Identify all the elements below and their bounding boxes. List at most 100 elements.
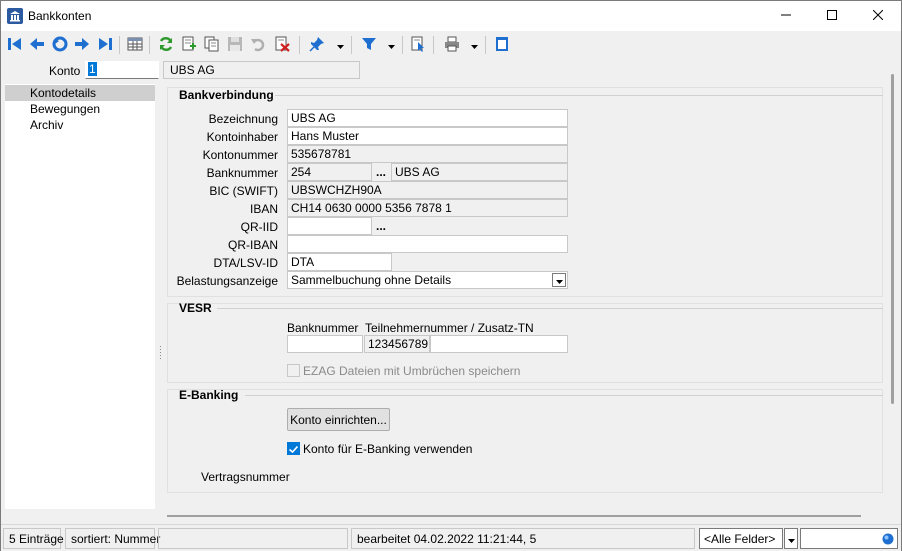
toolbar-separator	[433, 36, 434, 54]
iban-field[interactable]: CH14 0630 0000 5356 7878 1	[287, 199, 568, 217]
kontoinhaber-field[interactable]: Hans Muster	[287, 127, 568, 145]
bankkonten-window: Bankkonten Konto 1 UBS AG Kontodetails B…	[0, 0, 902, 551]
first-record-button[interactable]	[5, 35, 25, 55]
horizontal-scrollbar[interactable]	[163, 510, 883, 520]
toolbar-separator	[149, 36, 150, 54]
edited-status: bearbeitet 04.02.2022 11:21:44, 5	[351, 528, 695, 549]
konto-input-value: 1	[88, 62, 97, 76]
toolbar	[1, 32, 901, 58]
table-view-button[interactable]	[125, 35, 145, 55]
banknummer-lookup-button[interactable]: ...	[373, 164, 389, 180]
chevron-down-icon	[387, 38, 395, 52]
banknummer-bank-field: UBS AG	[391, 163, 568, 181]
bic-field[interactable]: UBSWCHZH90A	[287, 181, 568, 199]
goto-record-icon	[52, 36, 68, 55]
last-record-icon	[97, 36, 113, 55]
belastungsanzeige-label: Belastungsanzeige	[176, 274, 278, 288]
kontonummer-field[interactable]: 535678781	[287, 145, 568, 163]
maximize-icon	[827, 9, 837, 23]
bic-label: BIC (SWIFT)	[209, 184, 278, 198]
delete-icon	[274, 36, 290, 55]
field-filter-combo[interactable]: <Alle Felder>	[699, 528, 783, 549]
dta-field[interactable]: DTA	[287, 253, 392, 271]
kontonummer-label: Kontonummer	[202, 148, 278, 162]
qriid-lookup-button[interactable]: ...	[373, 218, 389, 234]
vesr-banknummer-header: Banknummer	[287, 321, 359, 335]
refresh-icon	[158, 36, 174, 55]
copy-record-button[interactable]	[202, 35, 222, 55]
main-content: Bankverbindung Bezeichnung UBS AG Kontoi…	[167, 81, 883, 509]
delete-button[interactable]	[272, 35, 292, 55]
undo-icon	[250, 36, 266, 55]
window-title: Bankkonten	[28, 9, 92, 23]
chevron-down-icon	[555, 273, 563, 287]
close-icon	[872, 9, 884, 23]
bezeichnung-field[interactable]: UBS AG	[287, 109, 568, 127]
search-input[interactable]	[800, 528, 898, 549]
nav-item-label: Kontodetails	[30, 86, 97, 100]
ebanking-title: E-Banking	[179, 388, 239, 402]
print-dropdown[interactable]	[469, 35, 479, 55]
chevron-down-icon	[787, 532, 795, 546]
bezeichnung-label: Bezeichnung	[208, 112, 278, 126]
konto-einrichten-button[interactable]: Konto einrichten...	[287, 408, 390, 431]
vesr-banknummer-field[interactable]	[287, 335, 363, 353]
konto-input[interactable]: 1	[85, 61, 159, 79]
last-record-button[interactable]	[95, 35, 115, 55]
ezag-checkbox[interactable]	[287, 364, 300, 377]
qriban-label: QR-IBAN	[227, 238, 278, 252]
ebanking-use-checkbox[interactable]	[287, 442, 300, 455]
belastungsanzeige-select[interactable]: Sammelbuchung ohne Details	[287, 271, 568, 289]
next-record-icon	[74, 36, 90, 55]
filter-dropdown[interactable]	[386, 35, 396, 55]
vesr-teilnehmer-field[interactable]: 123456789	[364, 335, 430, 353]
goto-record-button[interactable]	[50, 35, 70, 55]
vertical-scroll-thumb[interactable]	[891, 74, 894, 404]
toolbar-separator	[119, 36, 120, 54]
refresh-button[interactable]	[156, 35, 176, 55]
save-button[interactable]	[225, 35, 245, 55]
previous-record-button[interactable]	[27, 35, 47, 55]
nav-item-kontodetails[interactable]: Kontodetails	[5, 85, 155, 101]
vertical-scrollbar[interactable]	[887, 64, 897, 509]
toolbar-separator	[299, 36, 300, 54]
konto-name-field: UBS AG	[163, 61, 360, 79]
bankverbindung-title: Bankverbindung	[179, 88, 274, 102]
maximize-button[interactable]	[809, 1, 855, 31]
search-globe-icon[interactable]	[882, 533, 894, 548]
belastungsanzeige-dropdown-button[interactable]	[552, 273, 566, 287]
window-icon	[494, 36, 510, 55]
chevron-down-icon	[470, 38, 478, 52]
previous-record-icon	[29, 36, 45, 55]
dta-label: DTA/LSV-ID	[213, 256, 278, 270]
pin-button[interactable]	[307, 35, 327, 55]
pin-dropdown[interactable]	[335, 35, 345, 55]
nav-item-label: Archiv	[30, 118, 64, 132]
horizontal-scroll-thumb[interactable]	[167, 515, 861, 517]
kontoinhaber-label: Kontoinhaber	[206, 130, 278, 144]
table-view-icon	[127, 36, 143, 55]
new-record-button[interactable]	[179, 35, 199, 55]
ezag-label: EZAG Dateien mit Umbrüchen speichern	[303, 364, 521, 378]
first-record-icon	[7, 36, 23, 55]
qriid-label: QR-IID	[240, 220, 278, 234]
next-record-button[interactable]	[72, 35, 92, 55]
undo-button[interactable]	[248, 35, 268, 55]
vesr-zusatz-field[interactable]	[430, 335, 568, 353]
banknummer-field[interactable]: 254	[287, 163, 372, 181]
print-button[interactable]	[442, 35, 462, 55]
filter-button[interactable]	[359, 35, 379, 55]
window-button[interactable]	[492, 35, 512, 55]
record-count: 5 Einträge	[3, 528, 64, 549]
splitter-handle[interactable]	[159, 346, 162, 360]
iban-label: IBAN	[249, 202, 278, 216]
qriban-field[interactable]	[287, 235, 568, 253]
bank-icon	[7, 8, 23, 24]
field-filter-dropdown[interactable]	[784, 528, 798, 549]
minimize-button[interactable]	[763, 1, 809, 31]
document-pointer-button[interactable]	[408, 35, 428, 55]
qriid-field[interactable]	[287, 217, 372, 235]
new-record-icon	[181, 36, 197, 55]
close-button[interactable]	[855, 1, 901, 31]
title-bar: Bankkonten	[1, 1, 901, 31]
